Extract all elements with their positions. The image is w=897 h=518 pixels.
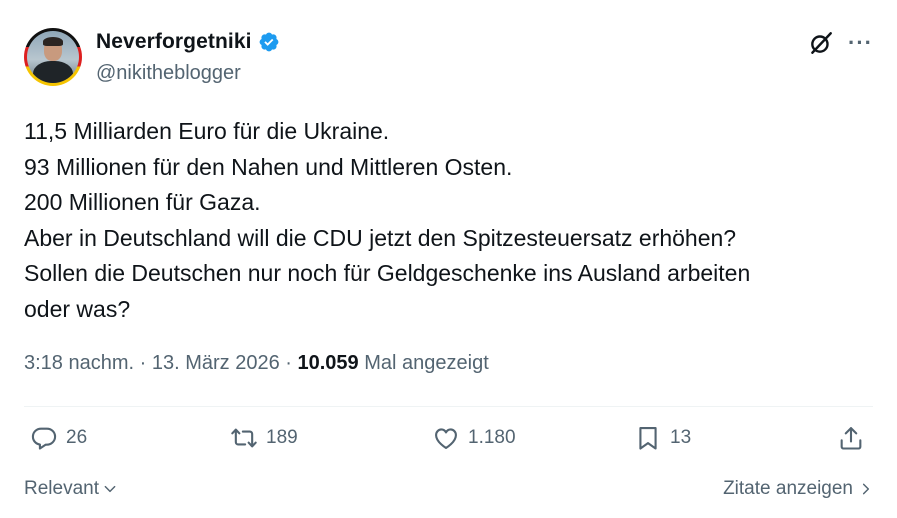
tweet-line: 93 Millionen für den Nahen und Mittleren…: [24, 153, 513, 180]
sort-relevant-button[interactable]: Relevant: [24, 478, 117, 500]
views-count[interactable]: 10.059: [298, 352, 359, 374]
tweet-text: 11,5 Milliarden Euro für die Ukraine. 93…: [24, 114, 874, 327]
tweet-time[interactable]: 3:18 nachm.: [24, 352, 134, 374]
chevron-down-icon: [104, 485, 116, 493]
chevron-right-icon: [862, 483, 870, 495]
like-button[interactable]: 1.180: [432, 424, 516, 452]
avatar-hair: [43, 37, 63, 46]
reply-count: 26: [66, 427, 88, 448]
author-display-name[interactable]: Neverforgetniki: [96, 30, 252, 54]
divider: [24, 406, 873, 407]
author-handle[interactable]: @nikitheblogger: [96, 62, 241, 85]
meta-separator: ·: [134, 352, 152, 374]
bookmark-button[interactable]: 13: [634, 424, 691, 452]
tweet-top-actions: ···: [808, 30, 873, 56]
like-icon: [435, 428, 457, 449]
tweet-line: Sollen die Deutschen nur noch für Geldge…: [24, 260, 751, 286]
verified-icon[interactable]: [258, 31, 280, 53]
grok-icon[interactable]: [808, 30, 834, 56]
share-button[interactable]: [837, 424, 865, 452]
tweet-date[interactable]: 13. März 2026: [152, 352, 280, 374]
view-quotes-link[interactable]: Zitate anzeigen: [723, 478, 873, 500]
tweet-line: oder was?: [24, 295, 131, 322]
repost-icon: [231, 428, 257, 448]
tweet-line: 200 Millionen für Gaza.: [24, 189, 261, 215]
more-icon[interactable]: ···: [848, 32, 873, 54]
tweet-footer: Relevant Zitate anzeigen: [24, 478, 873, 506]
reply-icon: [31, 427, 57, 450]
tweet-line: 11,5 Milliarden Euro für die Ukraine.: [24, 118, 390, 144]
reply-button[interactable]: 26: [30, 424, 87, 452]
meta-separator: ·: [279, 352, 298, 374]
avatar-photo: [27, 31, 79, 83]
tweet-actions-bar: 26 189 1.180 13: [24, 424, 873, 464]
share-icon: [840, 427, 862, 450]
avatar-body: [33, 61, 73, 83]
repost-count: 189: [266, 427, 298, 448]
like-count: 1.180: [468, 427, 516, 448]
quotes-label: Zitate anzeigen: [723, 478, 853, 499]
author-name-row: Neverforgetniki: [96, 30, 280, 54]
bookmark-icon: [639, 427, 657, 450]
bookmark-count: 13: [670, 427, 692, 448]
avatar[interactable]: [24, 28, 82, 86]
sort-label: Relevant: [24, 478, 99, 499]
views-label: Mal angezeigt: [358, 352, 489, 374]
repost-button[interactable]: 189: [230, 424, 298, 452]
tweet-line: Aber in Deutschland will die CDU jetzt d…: [24, 224, 737, 251]
tweet-meta: 3:18 nachm. · 13. März 2026 · 10.059 Mal…: [24, 352, 489, 375]
